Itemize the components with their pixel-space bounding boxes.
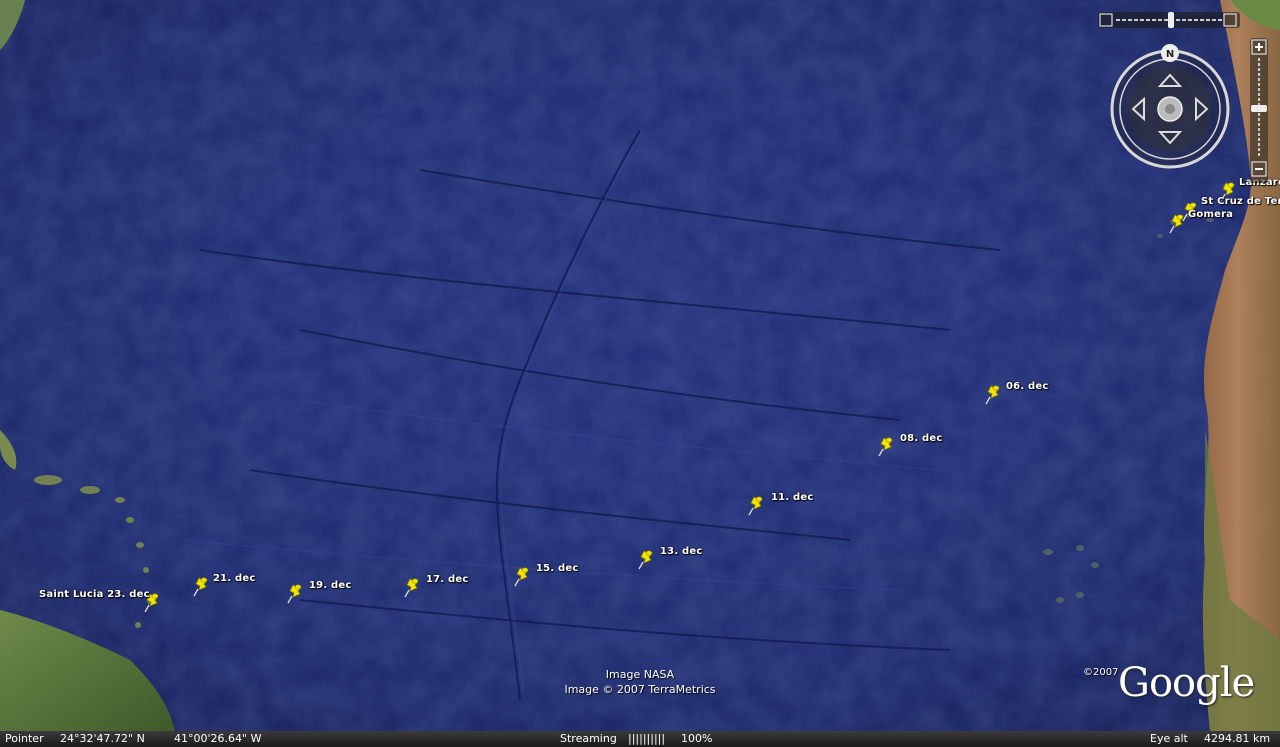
- placemark-label[interactable]: Gomera: [1188, 209, 1233, 220]
- yellow-pushpin-icon[interactable]: [404, 576, 420, 598]
- imagery-credit: Image © 2007 TerraMetrics: [564, 683, 716, 696]
- map-viewport[interactable]: 06. dec 08. dec 11. dec 13. dec 15. dec 17. d…: [0, 0, 1280, 731]
- image-credit: Image NASA: [605, 668, 675, 681]
- placemark-label[interactable]: St Cruz de Ten: [1201, 196, 1280, 207]
- yellow-pushpin-icon[interactable]: [985, 383, 1001, 405]
- pointer-latitude: 24°32'47.72" N: [60, 732, 145, 745]
- eye-alt-label: Eye alt: [1150, 732, 1188, 745]
- placemark-label[interactable]: Saint Lucia 23. dec: [39, 589, 150, 600]
- pan-joystick-icon[interactable]: [1157, 96, 1183, 122]
- streaming-label: Streaming: [560, 732, 617, 745]
- yellow-pushpin-icon[interactable]: [287, 582, 303, 604]
- yellow-pushpin-icon[interactable]: [514, 565, 530, 587]
- placemark-label[interactable]: 17. dec: [426, 574, 468, 585]
- zoom-slider[interactable]: [1250, 38, 1268, 183]
- streaming-progress-bar: ||||||||||: [628, 732, 666, 745]
- placemark-label[interactable]: 21. dec: [213, 573, 255, 584]
- placemark-label[interactable]: 15. dec: [536, 563, 578, 574]
- placemark-label[interactable]: 06. dec: [1006, 381, 1048, 392]
- placemark-label[interactable]: 13. dec: [660, 546, 702, 557]
- pointer-longitude: 41°00'26.64" W: [174, 732, 262, 745]
- compass-n-icon[interactable]: N: [1161, 44, 1179, 62]
- placemark-label[interactable]: 08. dec: [900, 433, 942, 444]
- status-bar: Pointer 24°32'47.72" N 41°00'26.64" W St…: [0, 731, 1280, 747]
- placemark-label[interactable]: 19. dec: [309, 580, 351, 591]
- tilt-slider-handle[interactable]: [1168, 12, 1174, 28]
- pointer-label: Pointer: [5, 732, 44, 745]
- zoom-slider-handle[interactable]: [1251, 105, 1267, 112]
- copyright-year: ©2007: [1083, 667, 1119, 678]
- ocean-floor-map: [0, 0, 1280, 731]
- compass-north-label: N: [1166, 49, 1174, 60]
- yellow-pushpin-icon[interactable]: [878, 435, 894, 457]
- yellow-pushpin-icon[interactable]: [1169, 212, 1185, 234]
- yellow-pushpin-icon[interactable]: [638, 548, 654, 570]
- placemark-label[interactable]: 11. dec: [771, 492, 813, 503]
- eye-alt-value: 4294.81 km: [1204, 732, 1271, 745]
- navigation-controls[interactable]: N: [1096, 8, 1280, 183]
- yellow-pushpin-icon[interactable]: [193, 575, 209, 597]
- streaming-percent: 100%: [681, 732, 713, 745]
- yellow-pushpin-icon[interactable]: [748, 494, 764, 516]
- tilt-slider[interactable]: [1098, 12, 1240, 28]
- google-logo: Google: [1118, 660, 1255, 706]
